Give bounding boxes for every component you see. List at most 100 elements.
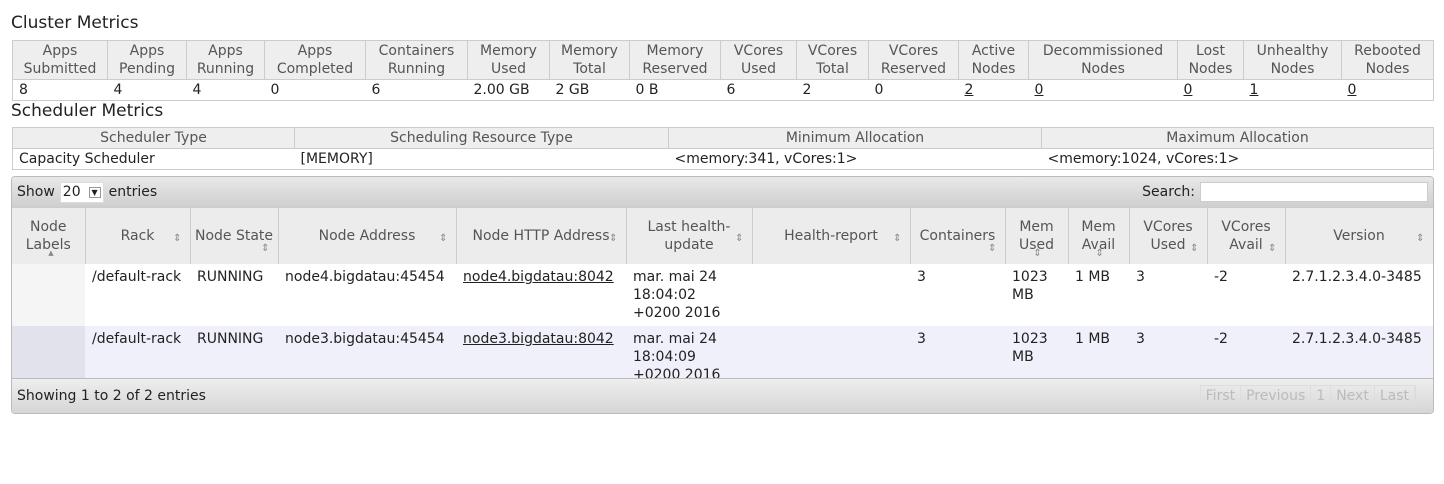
cluster-metric-value: 0 [1341,79,1434,101]
scheduler-metrics-title: Scheduler Metrics [11,101,164,121]
column-header[interactable]: Node Labels ▲ [12,207,86,264]
column-header-label: Node Address [318,228,416,244]
cluster-metric-text: 0 B [635,82,659,98]
column-header[interactable]: Rack ⇕ [85,207,191,264]
scheduler-metric-header: Minimum Allocation [668,127,1042,149]
column-header[interactable]: Containers ⇕ [910,207,1006,264]
node-http-link[interactable]: node3.bigdatau:8042 [463,331,614,347]
column-header-label: Node HTTP Address [472,228,610,244]
cell-text: 1023 MB [1012,269,1048,303]
sort-icon: ⇕ [1416,233,1425,244]
cluster-metric-header: Apps Pending [107,40,187,80]
cluster-metric-header: Memory Total [549,40,630,80]
column-header[interactable]: VCores Avail ⇕ [1207,207,1286,264]
search-input[interactable] [1200,182,1428,202]
chevron-down-icon: ▼ [88,186,101,198]
cluster-metric-value: 0 [1177,79,1244,101]
show-label: Show [17,184,55,200]
table-cell: mar. mai 24 18:04:02 +0200 2016 [626,264,752,326]
table-cell: 3 [910,264,1005,326]
cluster-metric-value: 1 [1243,79,1342,101]
cluster-metric-value: 2.00 GB [467,79,550,101]
pagination-first[interactable]: First [1201,386,1242,406]
cluster-metrics-title: Cluster Metrics [11,13,139,33]
table-toolbar: Show 20 ▼ entries Search: [12,177,1433,207]
cluster-metric-header: Active Nodes [958,40,1029,80]
sort-icon: ⇕ [439,233,448,244]
cluster-metric-text: 6 [726,82,736,98]
cell-text: 1023 MB [1012,331,1048,365]
cluster-metric-text: 4 [192,82,202,98]
pagination: First Previous 1 Next Last [1199,385,1416,407]
cluster-metric-text: 0 [270,82,280,98]
table-row: /default-rack RUNNING node4.bigdatau:45454… [12,264,1433,326]
page-size-value: 20 [62,184,81,200]
table-cell: 1 MB [1068,264,1129,326]
cluster-metric-header: Apps Running [186,40,265,80]
column-header[interactable]: Mem Avail ⇕ [1068,207,1130,264]
cluster-metric-text: 6 [371,82,381,98]
cell-text: -2 [1214,269,1228,285]
sort-icon: ⇕ [173,233,182,244]
cluster-metric-link[interactable]: 0 [1348,82,1357,98]
scheduler-metric-header: Scheduler Type [12,127,295,149]
column-header[interactable]: Health-report ⇕ [752,207,911,264]
column-header-label: Health-report [784,228,878,244]
column-header-label: VCores Avail [1221,219,1271,253]
cluster-metrics-table: Apps Submitted Apps Pending Apps Running Ap… [12,40,1434,101]
column-header[interactable]: Last health-update ⇕ [626,207,753,264]
cell-text: mar. mai 24 18:04:02 +0200 2016 [633,269,721,321]
cluster-metric-text: 0 [874,82,884,98]
cluster-metric-text: 2 GB [555,82,590,98]
cluster-metric-text: 2 [802,82,812,98]
cluster-metric-value: 0 [264,79,366,101]
pagination-previous[interactable]: Previous [1241,386,1312,406]
sort-icon: ⇕ [609,233,618,244]
cluster-metric-link[interactable]: 0 [1035,82,1044,98]
sort-icon: ⇕ [1268,243,1277,254]
node-http-link[interactable]: node4.bigdatau:8042 [463,269,614,285]
cell-text: /default-rack [92,269,182,285]
column-header[interactable]: Node Address ⇕ [278,207,457,264]
column-header[interactable]: Version ⇕ [1285,207,1433,264]
pagination-last[interactable]: Last [1375,386,1415,406]
table-cell: 2.7.1.2.3.4.0-3485 [1285,264,1433,326]
column-header[interactable]: Mem Used ⇕ [1005,207,1069,264]
sort-icon: ⇕ [1190,243,1199,254]
sort-icon: ⇕ [1095,248,1104,259]
nodes-table: Node Labels ▲ Rack ⇕ Node State ⇕ Node Address… [12,207,1433,388]
cluster-metric-value: 2 GB [549,79,630,101]
cluster-metric-link[interactable]: 2 [965,82,974,98]
page-size-select[interactable]: 20 ▼ [59,181,104,203]
cluster-metric-link[interactable]: 1 [1250,82,1259,98]
column-header-label: Last health-update [647,219,731,253]
pagination-next[interactable]: Next [1331,386,1375,406]
sort-icon: ⇕ [893,233,902,244]
sort-icon: ⇕ [988,243,997,254]
scheduler-metric-header: Maximum Allocation [1041,127,1434,149]
table-cell: node4.bigdatau:8042 [456,264,626,326]
cluster-metric-header: Apps Completed [264,40,366,80]
cluster-metric-value: 2 [796,79,869,101]
cluster-metric-link[interactable]: 0 [1184,82,1193,98]
cluster-metric-header: VCores Reserved [868,40,959,80]
sort-icon: ⇕ [735,233,744,244]
cluster-metric-header: VCores Total [796,40,869,80]
cluster-metric-text: 4 [113,82,123,98]
column-header[interactable]: Node HTTP Address ⇕ [456,207,627,264]
scheduler-metric-value: <memory:341, vCores:1> [668,148,1042,170]
scheduler-metrics-table: Scheduler Type Scheduling Resource Type Mi… [12,127,1434,170]
cluster-metric-header: Apps Submitted [12,40,108,80]
cluster-metric-value: 4 [107,79,187,101]
column-header[interactable]: Node State ⇕ [190,207,279,264]
cell-text: -2 [1214,331,1228,347]
cell-text: /default-rack [92,331,182,347]
cell-text: node3.bigdatau:45454 [285,331,445,347]
table-cell: RUNNING [190,264,278,326]
cluster-metric-header: VCores Used [720,40,797,80]
pagination-1[interactable]: 1 [1311,386,1332,406]
cell-text: 3 [1136,331,1145,347]
scheduler-metric-value: [MEMORY] [294,148,669,170]
column-header[interactable]: VCores Used ⇕ [1129,207,1208,264]
column-header-label: Containers [919,228,996,244]
